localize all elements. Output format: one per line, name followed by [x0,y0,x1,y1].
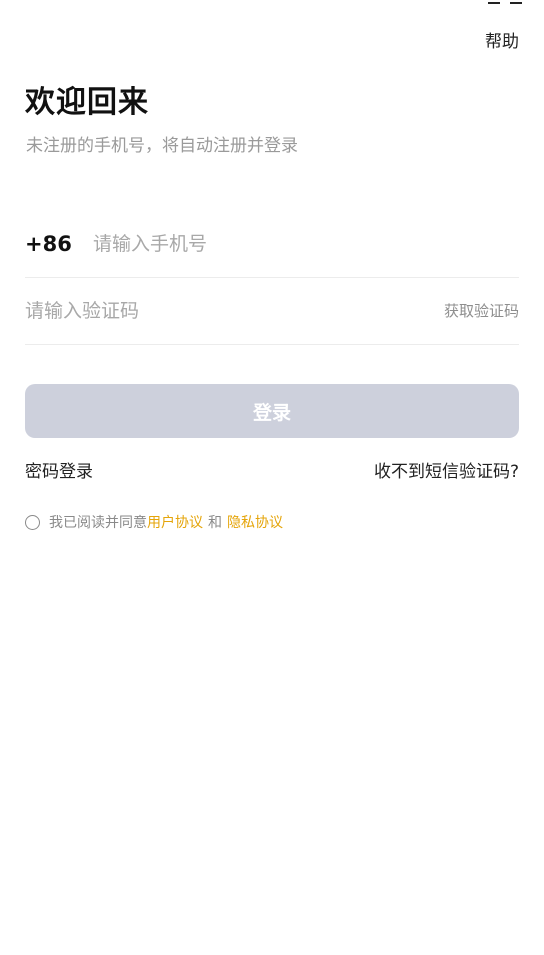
status-bar-icons [488,0,522,4]
code-field-row: 获取验证码 [25,277,519,345]
privacy-agreement-link[interactable]: 隐私协议 [227,512,283,532]
page-subtitle: 未注册的手机号，将自动注册并登录 [26,136,298,156]
agreement-prefix-text: 我已阅读并同意 [49,515,147,531]
alt-links-row: 密码登录 收不到短信验证码? [25,457,519,482]
agreement-and-text: 和 [208,515,222,531]
no-sms-link[interactable]: 收不到短信验证码? [374,457,519,482]
page-title: 欢迎回来 [25,85,149,120]
agreement-radio[interactable] [25,514,40,530]
battery-icon [510,0,522,4]
password-login-link[interactable]: 密码登录 [25,457,93,482]
phone-field-row: +86 [25,210,519,278]
login-page: 帮助 欢迎回来 未注册的手机号，将自动注册并登录 +86 获取验证码 登录 密码… [0,0,544,955]
agreement-row: 我已阅读并同意 用户协议 和 隐私协议 [25,512,283,532]
signal-icon [488,0,500,4]
login-button[interactable]: 登录 [25,384,519,438]
verification-code-input[interactable] [25,299,444,322]
get-code-button[interactable]: 获取验证码 [444,300,519,321]
user-agreement-link[interactable]: 用户协议 [147,512,203,532]
help-link[interactable]: 帮助 [485,27,519,52]
country-code-prefix[interactable]: +86 [25,232,93,256]
phone-input[interactable] [93,232,519,255]
